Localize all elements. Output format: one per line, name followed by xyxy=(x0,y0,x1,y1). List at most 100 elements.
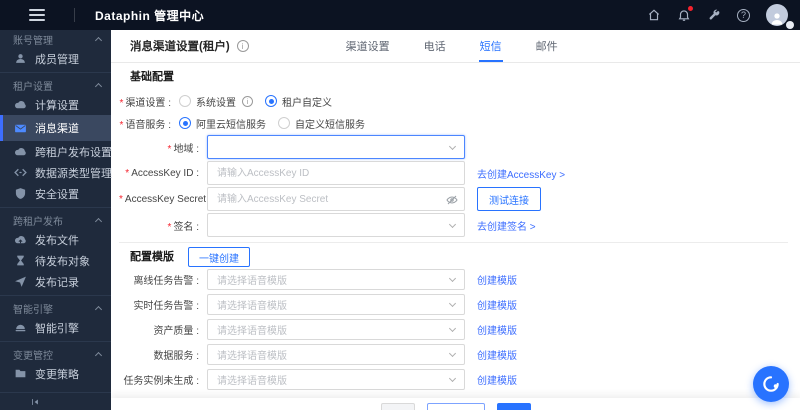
chevron-down-icon xyxy=(448,324,457,333)
chevron-down-icon xyxy=(448,142,457,150)
signature-row: 签名 去创建签名 > xyxy=(119,213,788,237)
home-icon[interactable] xyxy=(646,8,661,23)
channel-setting-radio-group: 系统设置 租户自定义 xyxy=(179,94,332,109)
region-select[interactable] xyxy=(207,135,465,159)
create-template-link[interactable]: 创建模版 xyxy=(477,372,517,387)
create-template-link[interactable]: 创建模版 xyxy=(477,322,517,337)
section-title-basic: 基础配置 xyxy=(130,71,174,83)
chevron-up-icon xyxy=(94,82,103,90)
sidebar-item-publish-records[interactable]: 发布记录 xyxy=(0,271,111,292)
tab-sms[interactable]: 短信 xyxy=(478,30,503,62)
page-title: 消息渠道设置(租户) xyxy=(130,41,230,53)
help-icon[interactable] xyxy=(736,8,751,23)
offline-task-alert-label: 离线任务告警 xyxy=(119,272,199,287)
radio-icon xyxy=(179,95,191,107)
offline-task-alert-select[interactable]: 请选择语音模版 xyxy=(207,269,465,290)
group-tenant-settings[interactable]: 租户设置 xyxy=(0,76,111,94)
title-info-icon[interactable] xyxy=(236,40,249,52)
radio-icon xyxy=(278,117,290,129)
create-signature-link[interactable]: 去创建签名 > xyxy=(477,218,536,233)
one-click-create-button[interactable]: 一键创建 xyxy=(188,247,250,267)
accesskey-id-input[interactable] xyxy=(207,161,465,185)
sidebar-item-cross-tenant-publish-settings[interactable]: 跨租户发布设置 xyxy=(0,141,112,162)
task-instance-not-generated-label: 任务实例未生成 xyxy=(119,372,199,387)
sidebar-item-message-channel[interactable]: 消息渠道 xyxy=(0,115,111,141)
data-service-row: 数据服务 请选择语音模版 创建模版 xyxy=(119,344,788,365)
create-template-link[interactable]: 创建模版 xyxy=(477,297,517,312)
bell-icon[interactable] xyxy=(676,5,693,23)
signature-label: 签名 xyxy=(119,218,199,233)
asset-quality-select[interactable]: 请选择语音模版 xyxy=(207,319,465,340)
group-change-control[interactable]: 变更管控 xyxy=(0,345,111,363)
test-connection-button[interactable]: 测试连接 xyxy=(477,187,541,211)
signature-select[interactable] xyxy=(207,213,465,237)
sidebar-divider xyxy=(0,72,111,73)
wrench-icon[interactable] xyxy=(706,8,721,23)
sidebar-item-publish-files[interactable]: 发布文件 xyxy=(0,229,111,250)
voice-service-row: 语音服务 阿里云短信服务 自定义短信服务 xyxy=(119,113,788,133)
create-template-link[interactable]: 创建模版 xyxy=(477,347,517,362)
data-service-select[interactable]: 请选择语音模版 xyxy=(207,344,465,365)
chevron-down-icon xyxy=(448,274,457,283)
group-account-management[interactable]: 账号管理 xyxy=(0,30,111,48)
sidebar-divider xyxy=(0,207,111,208)
radio-custom-sms[interactable]: 自定义短信服务 xyxy=(278,116,365,131)
sidebar-item-compute-settings[interactable]: 计算设置 xyxy=(0,94,111,115)
voice-service-radio-group: 阿里云短信服务 自定义短信服务 xyxy=(179,116,365,131)
radio-system-settings[interactable]: 系统设置 xyxy=(179,94,253,109)
task-instance-not-generated-select[interactable]: 请选择语音模版 xyxy=(207,369,465,390)
collapse-icon xyxy=(32,398,38,405)
app-frame: Dataphin 管理中心 账号管理 成员管理 xyxy=(0,0,800,410)
menu-icon[interactable] xyxy=(29,6,45,24)
hourglass-icon xyxy=(14,254,27,267)
mail-icon xyxy=(14,122,27,135)
accesskey-secret-row: AccessKey Secret 测试连接 xyxy=(119,187,788,211)
sidebar-item-member-management[interactable]: 成员管理 xyxy=(0,48,111,69)
sidebar-item-pending-publish-objects[interactable]: 待发布对象 xyxy=(0,250,111,271)
app-title: Dataphin 管理中心 xyxy=(95,8,205,23)
accesskey-id-row: AccessKey ID 去创建AccessKey > xyxy=(119,161,788,185)
radio-aliyun-sms[interactable]: 阿里云短信服务 xyxy=(179,116,266,131)
system-settings-info-icon[interactable] xyxy=(242,95,253,107)
topbar-actions xyxy=(646,4,794,29)
tab-bar: 渠道设置 电话 短信 邮件 xyxy=(345,30,559,62)
realtime-task-alert-select[interactable]: 请选择语音模版 xyxy=(207,294,465,315)
data-service-label: 数据服务 xyxy=(119,347,199,362)
asset-quality-label: 资产质量 xyxy=(119,322,199,337)
tab-phone[interactable]: 电话 xyxy=(423,30,447,62)
cancel-button[interactable] xyxy=(380,403,415,410)
sidebar-divider xyxy=(0,295,111,296)
offline-task-alert-row: 离线任务告警 请选择语音模版 创建模版 xyxy=(119,269,788,290)
chevron-up-icon xyxy=(94,36,103,44)
group-cross-tenant-publish[interactable]: 跨租户发布 xyxy=(0,211,111,229)
tab-email[interactable]: 邮件 xyxy=(535,30,559,62)
create-accesskey-link[interactable]: 去创建AccessKey > xyxy=(477,166,565,181)
eye-invisible-icon[interactable] xyxy=(446,193,458,205)
region-label: 地域 xyxy=(119,140,199,155)
accesskey-secret-input[interactable] xyxy=(207,187,465,211)
accesskey-secret-label: AccessKey Secret xyxy=(119,194,206,205)
main-area: 消息渠道设置(租户) 渠道设置 电话 短信 邮件 基础配置 渠道设置 系统设置 xyxy=(111,30,800,410)
sidebar-collapse-button[interactable] xyxy=(0,392,111,410)
cloud-icon xyxy=(14,145,27,158)
template-section-header: 配置模版 一键创建 xyxy=(119,247,788,267)
save-button[interactable] xyxy=(496,403,531,410)
avatar-badge-icon xyxy=(786,21,794,29)
create-template-link[interactable]: 创建模版 xyxy=(477,272,517,287)
tab-channel-settings[interactable]: 渠道设置 xyxy=(345,30,391,62)
radio-checked-icon xyxy=(265,95,277,107)
customer-service-button[interactable] xyxy=(753,366,789,402)
region-row: 地域 xyxy=(119,135,788,159)
chevron-down-icon xyxy=(448,349,457,358)
sidebar-item-datasource-type-management[interactable]: 数据源类型管理 xyxy=(0,162,112,183)
voice-service-label: 语音服务 xyxy=(119,116,171,131)
sidebar-item-security-settings[interactable]: 安全设置 xyxy=(0,183,111,204)
radio-tenant-custom[interactable]: 租户自定义 xyxy=(265,94,332,109)
group-intelligent-engine[interactable]: 智能引擎 xyxy=(0,299,111,317)
channel-setting-label: 渠道设置 xyxy=(119,94,171,109)
sidebar-item-change-policy[interactable]: 变更策略 xyxy=(0,363,111,384)
chevron-down-icon xyxy=(448,220,457,228)
sidebar-item-intelligent-engine[interactable]: 智能引擎 xyxy=(0,317,111,338)
secondary-action-button[interactable] xyxy=(426,403,485,410)
avatar[interactable] xyxy=(766,4,788,26)
